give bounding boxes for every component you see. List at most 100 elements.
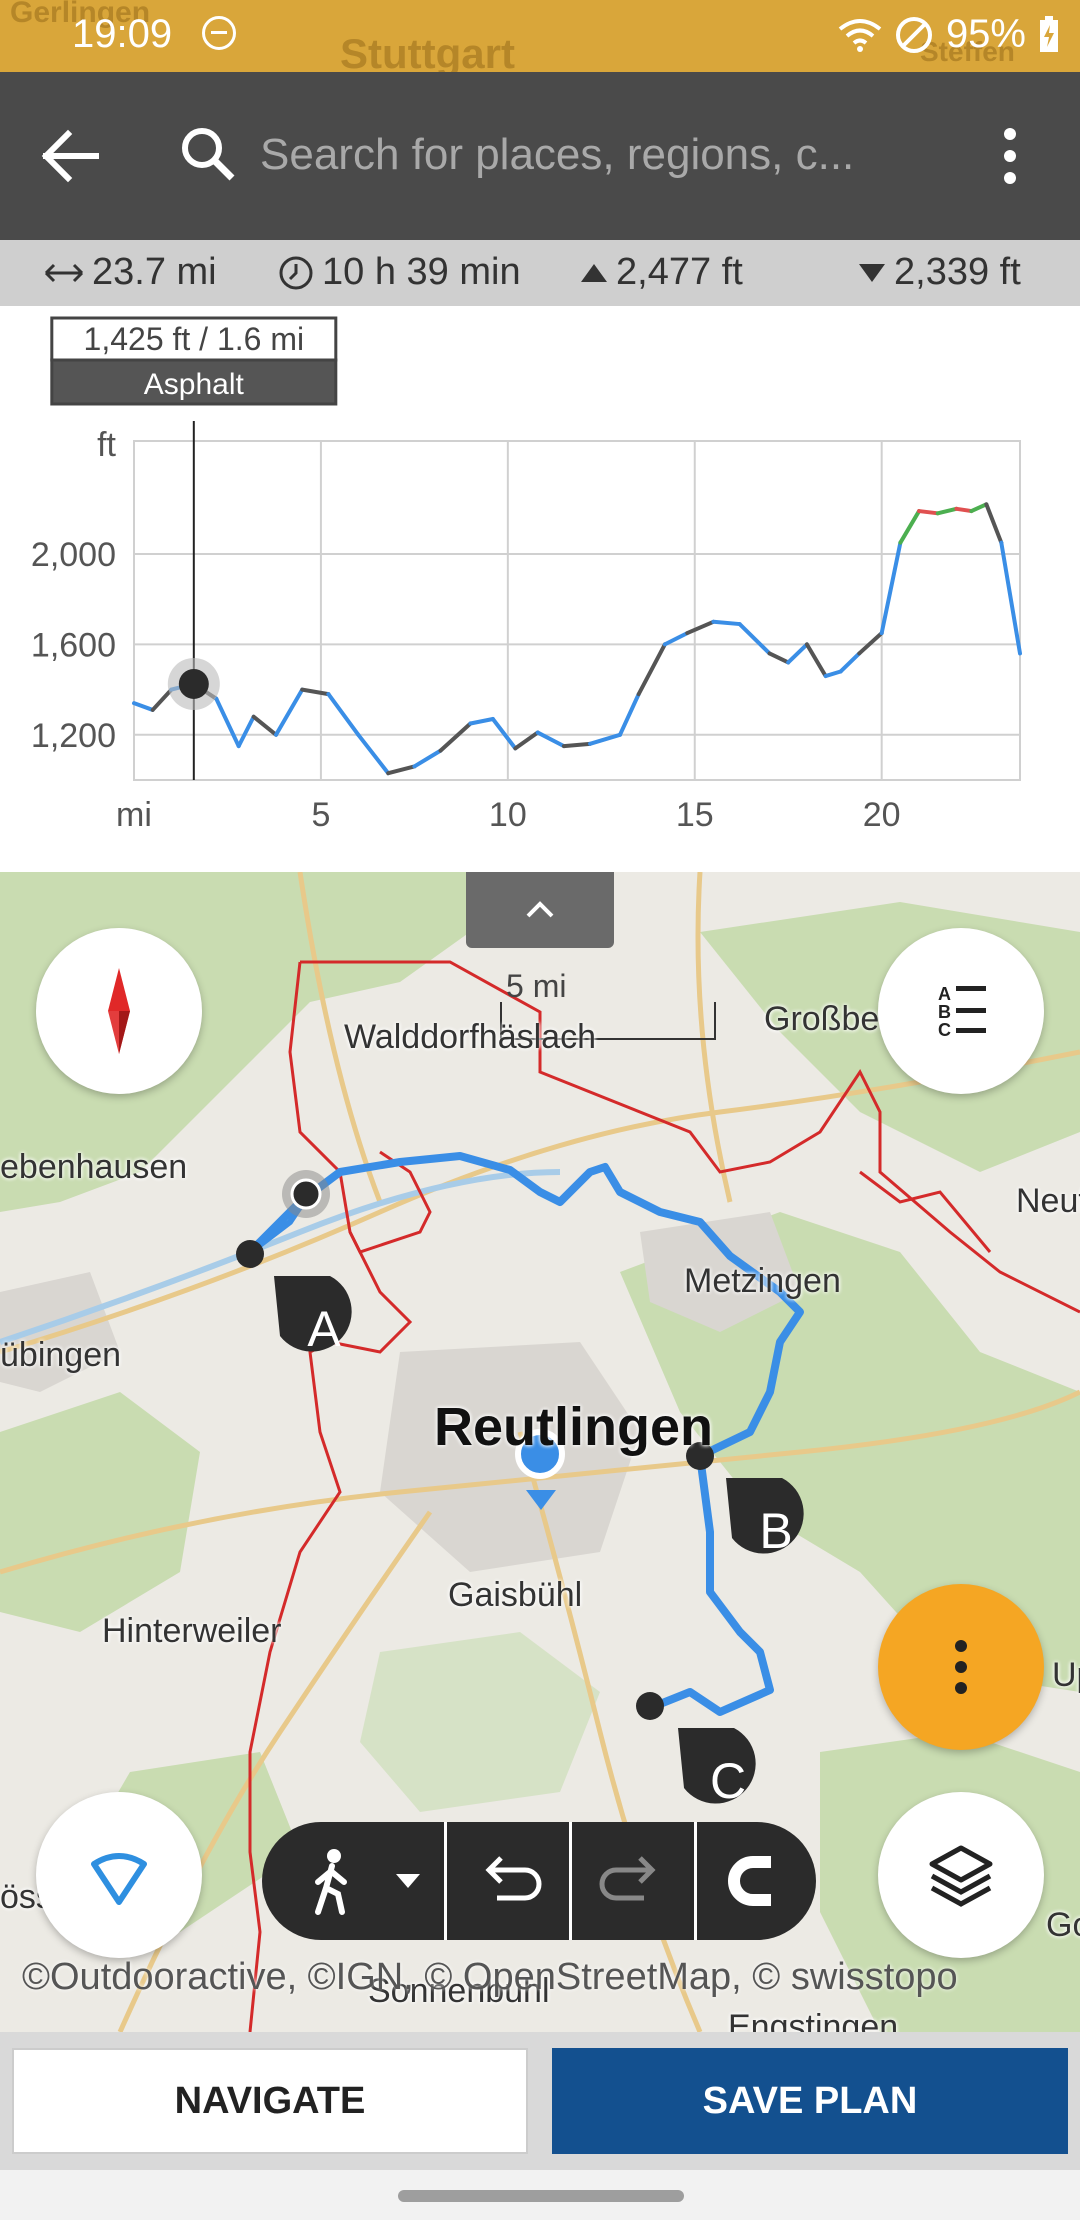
elevation-segment	[823, 669, 843, 679]
place-bebenhausen: ebenhausen	[0, 1148, 188, 1186]
elevation-segment	[468, 716, 495, 726]
elevation-segment	[150, 687, 174, 712]
route-legend-button[interactable]: A B C	[878, 928, 1044, 1094]
elevation-segment	[838, 651, 862, 674]
elevation-segment	[767, 651, 791, 665]
elevation-segment	[438, 721, 473, 753]
elevation-profile[interactable]: 5 10 15 20 2,000 1,600 1,200 ft mi 1,425 ft / 1.…	[0, 306, 1080, 872]
waypoint-b-marker[interactable]: B	[722, 1474, 822, 1574]
undo-icon	[485, 1856, 542, 1901]
elevation-segment	[917, 509, 940, 516]
stat-distance-value: 23.7 mi	[92, 251, 217, 293]
layers-icon	[929, 1845, 993, 1907]
elevation-segment	[685, 619, 716, 636]
location-beacon-icon	[91, 1853, 147, 1905]
battery-level: 95%	[945, 12, 1026, 56]
waypoint-b-label: B	[759, 1503, 793, 1559]
chart-tooltip-value: 1,425 ft / 1.6 mi	[84, 321, 305, 357]
waypoint-a-marker[interactable]: A	[270, 1272, 370, 1372]
stat-duration: 10 h 39 min	[278, 251, 521, 294]
elevation-segment	[274, 687, 305, 737]
elevation-segment	[636, 642, 667, 697]
chart-cursor-point[interactable]	[178, 668, 209, 699]
place-hinterweiler: Hinterweiler	[102, 1612, 282, 1650]
x-axis-unit-label: mi	[116, 796, 152, 834]
elevation-segment	[879, 540, 903, 636]
list-abc-icon: A B C	[938, 984, 986, 1040]
place-go: Go	[1046, 1906, 1080, 1944]
compass-icon	[108, 968, 130, 1054]
elevation-segment	[984, 502, 1004, 545]
route-start-handle-dot[interactable]	[290, 1178, 322, 1210]
place-engstingen: Engstingen	[728, 2008, 899, 2032]
elevation-segment	[214, 696, 241, 749]
stat-descent-value: 2,339 ft	[894, 251, 1021, 293]
gps-button[interactable]	[36, 1792, 202, 1958]
elevation-segment	[969, 502, 989, 514]
map-attribution[interactable]: ©Outdooractive, ©IGN, © OpenStreetMap, ©…	[22, 1956, 958, 1999]
place-gaisbuehl: Gaisbühl	[448, 1576, 583, 1614]
magnet-icon	[728, 1856, 781, 1906]
elevation-segment	[356, 732, 391, 776]
save-plan-button[interactable]: SAVE PLAN	[552, 2048, 1068, 2154]
more-vertical-icon[interactable]	[990, 124, 1030, 188]
routing-toolbar	[262, 1822, 816, 1940]
waypoint-c-dot[interactable]	[636, 1692, 664, 1720]
blocked-icon	[895, 16, 932, 53]
redo-icon	[599, 1856, 656, 1901]
x-tick-label: 10	[489, 796, 527, 834]
system-nav-bar	[0, 2170, 1080, 2220]
arrow-left-icon[interactable]	[36, 124, 106, 188]
elevation-segment	[588, 732, 622, 746]
place-reutlingen: Reutlingen	[434, 1397, 713, 1457]
elevation-chart-svg[interactable]: 5 10 15 20 2,000 1,600 1,200 ft mi 1,425 ft / 1.…	[0, 306, 1080, 872]
bg-label-stuttgart: Stuttgart	[340, 30, 515, 77]
snap-to-route-button[interactable]	[697, 1822, 816, 1940]
waypoint-a-label: A	[307, 1301, 341, 1357]
elevation-segment	[662, 631, 690, 647]
y-axis-unit-label: ft	[97, 426, 116, 464]
navigate-button[interactable]: NAVIGATE	[12, 2048, 528, 2154]
elevation-segment	[804, 642, 828, 679]
y-tick-label: 1,200	[31, 717, 116, 755]
more-vertical-icon	[955, 1640, 967, 1694]
stat-ascent-value: 2,477 ft	[616, 251, 743, 293]
place-tuebingen: übingen	[0, 1336, 122, 1374]
ascent-icon	[581, 263, 607, 282]
route-map[interactable]: 5 mi Walddorfhäslach Großbett ebenhausen…	[0, 872, 1080, 2032]
place-metzingen: Metzingen	[684, 1262, 841, 1300]
do-not-disturb-icon	[202, 16, 236, 50]
search-input[interactable]: Search for places, regions, c...	[260, 130, 900, 180]
map-layers-button[interactable]	[878, 1792, 1044, 1958]
x-tick-label: 15	[676, 796, 714, 834]
clock-icon	[279, 256, 313, 289]
walking-person-icon	[315, 1849, 347, 1915]
elevation-segment	[999, 540, 1022, 656]
stat-distance: 23.7 mi	[44, 251, 217, 294]
elevation-segment	[711, 619, 742, 627]
redo-button[interactable]	[572, 1822, 694, 1940]
collapse-chart-tab[interactable]	[466, 872, 614, 948]
more-actions-button[interactable]	[878, 1584, 1044, 1750]
svg-text:C: C	[938, 1020, 951, 1040]
wifi-icon	[838, 18, 882, 52]
waypoint-a-dot[interactable]	[236, 1240, 264, 1268]
search-icon	[182, 128, 235, 181]
elevation-segment	[561, 741, 593, 749]
activity-mode-selector[interactable]	[262, 1822, 444, 1940]
bottom-action-bar: NAVIGATE SAVE PLAN	[0, 2032, 1080, 2170]
chevron-down-icon	[396, 1874, 420, 1888]
home-gesture-handle[interactable]	[398, 2190, 684, 2202]
elevation-segment	[857, 631, 884, 656]
elevation-segment	[617, 692, 641, 737]
undo-button[interactable]	[447, 1822, 569, 1940]
elevation-segment	[412, 748, 443, 769]
y-tick-label: 2,000	[31, 536, 116, 574]
waypoint-c-marker[interactable]: C	[674, 1724, 774, 1824]
place-walddorfhaeslach: Walddorfhäslach	[344, 1018, 596, 1056]
elevation-segment	[386, 764, 417, 776]
elevation-segment	[251, 714, 279, 737]
compass-button[interactable]	[36, 928, 202, 1094]
elevation-segment	[300, 687, 331, 697]
elevation-segment	[236, 714, 256, 749]
